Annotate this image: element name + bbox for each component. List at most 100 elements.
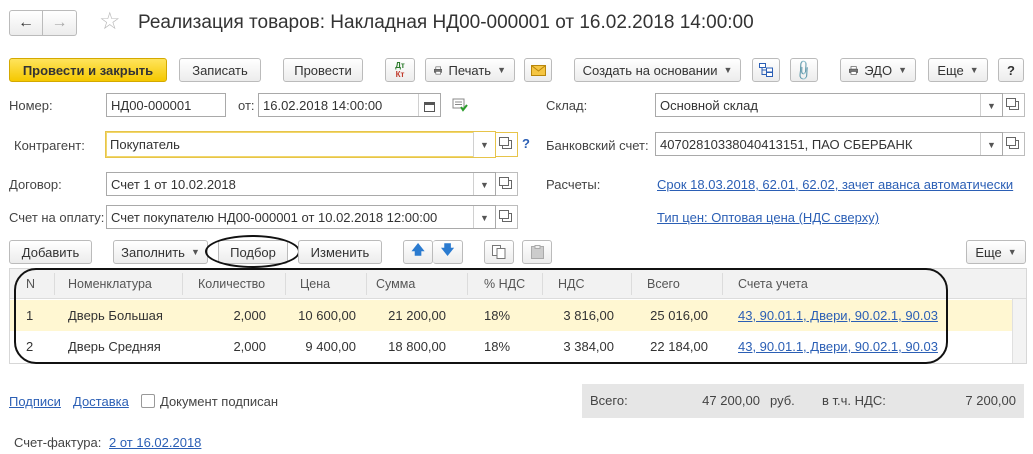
- more-label: Еще: [937, 62, 964, 78]
- back-button[interactable]: ←: [9, 10, 43, 36]
- signed-checkbox[interactable]: [141, 394, 155, 408]
- calendar-icon: [424, 101, 435, 112]
- open-icon: [1005, 97, 1019, 110]
- envelope-icon: [530, 64, 546, 76]
- currency-label: руб.: [770, 393, 795, 408]
- table-more-label: Еще: [975, 244, 1002, 260]
- warehouse-label: Склад:: [546, 98, 588, 113]
- date-field[interactable]: 16.02.2018 14:00:00: [258, 93, 441, 117]
- open-icon: [1005, 136, 1019, 149]
- document-status-icon[interactable]: [452, 98, 468, 115]
- post-button[interactable]: Провести: [283, 58, 363, 82]
- move-down-button[interactable]: 🡇: [433, 240, 463, 264]
- counterparty-help-icon[interactable]: ?: [522, 136, 530, 151]
- clipboard-icon: [530, 245, 544, 259]
- chevron-down-icon[interactable]: ▼: [473, 206, 495, 228]
- chevron-down-icon: ▼: [898, 65, 907, 75]
- chevron-down-icon[interactable]: ▼: [980, 94, 1002, 116]
- arrow-left-icon: ←: [18, 14, 34, 31]
- more-button[interactable]: Еще ▼: [928, 58, 988, 82]
- bank-account-label: Банковский счет:: [546, 138, 649, 153]
- create-based-label: Создать на основании: [582, 62, 718, 78]
- delivery-link[interactable]: Доставка: [73, 394, 129, 409]
- settlements-label: Расчеты:: [546, 177, 601, 192]
- invoice-doc-link[interactable]: 2 от 16.02.2018: [109, 435, 201, 450]
- signed-label: Документ подписан: [160, 394, 279, 409]
- print-button[interactable]: Печать ▼: [425, 58, 515, 82]
- chevron-down-icon[interactable]: ▼: [980, 133, 1002, 155]
- bank-account-open-button[interactable]: [1003, 132, 1025, 156]
- help-button[interactable]: ?: [998, 58, 1024, 82]
- total-value: 47 200,00: [702, 393, 760, 408]
- scrollbar-track[interactable]: [1012, 299, 1026, 363]
- chevron-down-icon[interactable]: ▼: [473, 173, 495, 195]
- warehouse-field[interactable]: Основной склад ▼: [655, 93, 1003, 117]
- kt-label: Кт: [395, 70, 405, 79]
- warehouse-value: Основной склад: [660, 97, 758, 113]
- hierarchy-icon: [759, 63, 773, 77]
- invoice-label: Счет на оплату:: [9, 210, 105, 225]
- attach-button[interactable]: 📎: [790, 58, 818, 82]
- copy-button[interactable]: [484, 240, 514, 264]
- structure-button[interactable]: [752, 58, 780, 82]
- date-value: 16.02.2018 14:00:00: [263, 97, 383, 113]
- favorite-star-icon[interactable]: ☆: [99, 8, 121, 36]
- table-more-button[interactable]: Еще ▼: [966, 240, 1026, 264]
- email-button[interactable]: [524, 58, 552, 82]
- vat-total-label: в т.ч. НДС:: [822, 393, 886, 408]
- edo-label: ЭДО: [864, 62, 893, 78]
- bank-account-field[interactable]: 40702810338040413151, ПАО СБЕРБАНК ▼: [655, 132, 1003, 156]
- create-based-on-button[interactable]: Создать на основании ▼: [574, 58, 741, 82]
- change-button[interactable]: Изменить: [298, 240, 382, 264]
- counterparty-label: Контрагент:: [14, 138, 85, 153]
- invoice-value: Счет покупателю НД00-000001 от 10.02.201…: [111, 209, 438, 225]
- save-button[interactable]: Записать: [179, 58, 261, 82]
- paperclip-icon: 📎: [792, 57, 817, 82]
- contract-field[interactable]: Счет 1 от 10.02.2018 ▼: [106, 172, 496, 196]
- chevron-down-icon: ▼: [190, 247, 200, 257]
- totals-panel: Всего: 47 200,00 руб. в т.ч. НДС: 7 200,…: [582, 384, 1024, 418]
- number-label: Номер:: [9, 98, 53, 113]
- arrow-down-icon: 🡇: [440, 242, 455, 257]
- edo-printer-icon: [849, 65, 859, 75]
- paste-button[interactable]: [522, 240, 552, 264]
- chevron-down-icon: ▼: [1007, 247, 1017, 257]
- edo-button[interactable]: ЭДО ▼: [840, 58, 916, 82]
- invoice-field[interactable]: Счет покупателю НД00-000001 от 10.02.201…: [106, 205, 496, 229]
- copy-icon: [492, 245, 506, 259]
- open-icon: [498, 209, 512, 222]
- dt-kt-icon: Дт: [395, 61, 405, 70]
- contract-open-button[interactable]: [496, 172, 518, 196]
- signatures-link[interactable]: Подписи: [9, 394, 61, 409]
- print-label: Печать: [448, 62, 492, 78]
- post-and-close-button[interactable]: Провести и закрыть: [9, 58, 167, 82]
- arrow-up-icon: 🡅: [411, 242, 425, 257]
- open-icon: [498, 176, 512, 189]
- contract-value: Счет 1 от 10.02.2018: [111, 176, 236, 192]
- contract-label: Договор:: [9, 177, 62, 192]
- chevron-down-icon: ▼: [969, 65, 979, 75]
- pick-highlight-oval: [205, 235, 300, 268]
- invoice-doc-label: Счет-фактура:: [14, 435, 102, 450]
- dt-kt-button[interactable]: Дт Кт: [385, 58, 415, 82]
- window-title: Реализация товаров: Накладная НД00-00000…: [138, 12, 754, 33]
- number-field[interactable]: НД00-000001: [106, 93, 226, 117]
- chevron-down-icon: ▼: [497, 65, 506, 75]
- move-up-button[interactable]: 🡅: [403, 240, 433, 264]
- settlements-link[interactable]: Срок 18.03.2018, 62.01, 62.02, зачет ава…: [657, 177, 1013, 192]
- calendar-button[interactable]: [418, 94, 440, 116]
- printer-icon: [434, 66, 443, 74]
- warehouse-open-button[interactable]: [1003, 93, 1025, 117]
- total-label: Всего:: [590, 393, 628, 408]
- counterparty-open-button[interactable]: [496, 132, 518, 157]
- chevron-down-icon[interactable]: ▼: [473, 132, 495, 157]
- invoice-open-button[interactable]: [496, 205, 518, 229]
- forward-button[interactable]: →: [43, 10, 77, 36]
- fill-button[interactable]: Заполнить ▼: [113, 240, 208, 264]
- price-type-link[interactable]: Тип цен: Оптовая цена (НДС сверху): [657, 210, 879, 225]
- fill-label: Заполнить: [121, 244, 185, 260]
- add-button[interactable]: Добавить: [9, 240, 92, 264]
- counterparty-field[interactable]: Покупатель ▼: [105, 131, 496, 158]
- bank-account-value: 40702810338040413151, ПАО СБЕРБАНК: [660, 136, 913, 152]
- table-highlight-outline: [14, 268, 948, 364]
